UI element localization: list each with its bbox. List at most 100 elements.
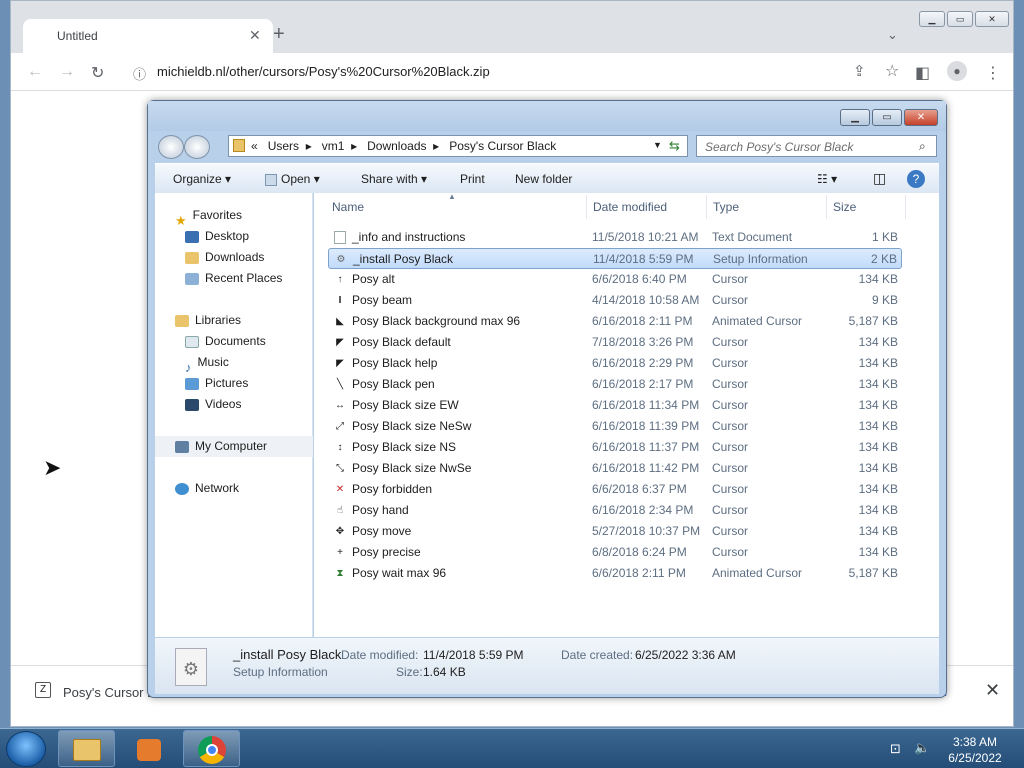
explorer-close-button[interactable]: ✕ [904, 109, 938, 126]
explorer-window: ▁ ▭ ✕ « Users ▸ vm1 ▸ Downloads ▸ Posy's… [147, 100, 947, 698]
share-with-button[interactable]: Share with ▾ [361, 172, 427, 186]
details-date-modified-label: Date modified: [341, 648, 419, 662]
network-tray-icon[interactable]: ⊡ [890, 741, 901, 757]
forward-button[interactable] [184, 135, 210, 159]
cursor-background-icon: ◣ [336, 316, 344, 327]
nav-videos[interactable]: Videos [155, 394, 313, 415]
file-row-selected[interactable]: ⚙ _install Posy Black 11/4/2018 5:59 PM Set… [328, 248, 902, 269]
nav-libraries[interactable]: Libraries [155, 310, 313, 331]
organize-button[interactable]: Organize ▾ [173, 172, 231, 186]
nav-documents[interactable]: Documents [155, 331, 313, 352]
search-input[interactable]: Search Posy's Cursor Black ⌕ [696, 135, 937, 157]
omnibox[interactable]: ⓘ michieldb.nl/other/cursors/Posy's%20Cu… [125, 58, 929, 86]
nav-favorites[interactable]: ★ Favorites [155, 205, 313, 228]
file-row[interactable]: ⧗ Posy wait max 96 6/6/2018 2:11 PM Animate… [328, 563, 902, 584]
new-folder-button[interactable]: New folder [515, 172, 572, 186]
taskbar-media-player-button[interactable] [120, 730, 177, 767]
file-row[interactable]: I Posy beam 4/14/2018 10:58 AM Cursor 9 KB [328, 290, 902, 311]
search-icon[interactable]: ⌕ [919, 139, 926, 154]
browser-toolbar: ← → ↻ ⓘ michieldb.nl/other/cursors/Posy'… [11, 53, 1013, 91]
tray-clock[interactable]: 3:38 AM 6/25/2022 [940, 734, 1010, 766]
forward-icon[interactable]: → [59, 63, 75, 81]
file-row[interactable]: ◣ Posy Black background max 96 6/16/2018 2… [328, 311, 902, 332]
close-window-button[interactable]: ✕ [975, 11, 1009, 27]
address-bar[interactable]: « Users ▸ vm1 ▸ Downloads ▸ Posy's Curso… [228, 135, 688, 157]
view-options-icon[interactable]: ☷ ▾ [817, 172, 837, 186]
column-header-type[interactable]: Type [713, 200, 739, 214]
videos-icon [185, 398, 199, 411]
column-header-size[interactable]: Size [833, 200, 856, 214]
file-row[interactable]: ↑ Posy alt 6/6/2018 6:40 PM Cursor 134 KB [328, 269, 902, 290]
url-text[interactable]: michieldb.nl/other/cursors/Posy's%20Curs… [157, 64, 490, 79]
back-button[interactable] [158, 135, 184, 159]
preview-pane-icon[interactable]: ◫ [873, 170, 886, 187]
file-row[interactable]: _info and instructions 11/5/2018 10:21 AM… [328, 227, 902, 248]
share-icon[interactable]: ⇪ [853, 62, 866, 80]
file-row[interactable]: ╲ Posy Black pen 6/16/2018 2:17 PM Cursor 13… [328, 374, 902, 395]
clock-time: 3:38 AM [952, 735, 998, 749]
file-row[interactable]: ↕ Posy Black size NS 6/16/2018 11:37 PM Cur… [328, 437, 902, 458]
taskbar-chrome-button[interactable] [183, 730, 240, 767]
bookmark-star-icon[interactable]: ☆ [885, 61, 899, 81]
nav-desktop[interactable]: Desktop [155, 226, 313, 247]
taskbar-explorer-button[interactable] [58, 730, 115, 767]
nav-music[interactable]: ♪ Music [155, 352, 313, 375]
file-row[interactable]: + Posy precise 6/8/2018 6:24 PM Cursor 134 K… [328, 542, 902, 563]
start-button[interactable] [6, 731, 46, 767]
download-bar-close-icon[interactable]: ✕ [985, 680, 1000, 701]
file-row[interactable]: ⤡ Posy Black size NwSe 6/16/2018 11:42 PM C… [328, 458, 902, 479]
file-row[interactable]: ◤ Posy Black default 7/18/2018 3:26 PM Curs… [328, 332, 902, 353]
open-icon [265, 173, 277, 186]
column-header-name[interactable]: Name [332, 200, 364, 214]
profile-avatar-icon[interactable]: ● [947, 61, 967, 81]
print-button[interactable]: Print [460, 172, 485, 186]
dropdown-arrow-icon[interactable]: ▼ [653, 140, 662, 150]
explorer-minimize-button[interactable]: ▁ [840, 109, 870, 126]
nav-my-computer[interactable]: My Computer [155, 436, 313, 457]
breadcrumb-item[interactable]: Downloads [367, 139, 426, 153]
nav-network[interactable]: Network [155, 478, 313, 499]
file-row[interactable]: ⤢ Posy Black size NeSw 6/16/2018 11:39 PM C… [328, 416, 902, 437]
nav-recent-places[interactable]: Recent Places [155, 268, 313, 289]
file-row[interactable]: ◤ Posy Black help 6/16/2018 2:29 PM Cursor 1… [328, 353, 902, 374]
menu-kebab-icon[interactable]: ⋮ [985, 63, 1001, 83]
column-header-date[interactable]: Date modified [593, 200, 667, 214]
tab-search-chevron-icon[interactable]: ⌄ [887, 27, 898, 43]
download-item-name[interactable]: Posy's Cursor B [63, 685, 156, 700]
help-icon[interactable]: ? [907, 170, 925, 188]
maximize-button[interactable]: ▭ [947, 11, 973, 27]
breadcrumb-item[interactable]: Users [268, 139, 299, 153]
new-tab-icon[interactable]: + [273, 23, 285, 46]
minimize-button[interactable]: ▁ [919, 11, 945, 27]
folder-icon [233, 139, 245, 152]
info-icon[interactable]: ⓘ [133, 64, 146, 83]
reload-icon[interactable]: ↻ [91, 63, 104, 83]
libraries-icon [175, 314, 189, 327]
cursor-size-nesw-icon: ⤢ [336, 421, 344, 432]
address-row: « Users ▸ vm1 ▸ Downloads ▸ Posy's Curso… [148, 131, 946, 163]
side-panel-icon[interactable]: ◧ [915, 63, 930, 83]
open-button[interactable]: Open ▾ [265, 172, 320, 186]
file-row[interactable]: ☝ Posy hand 6/16/2018 2:34 PM Cursor 134 KB [328, 500, 902, 521]
explorer-maximize-button[interactable]: ▭ [872, 109, 902, 126]
star-icon: ★ [175, 212, 187, 228]
details-date-created-label: Date created: [561, 648, 634, 662]
volume-tray-icon[interactable]: 🔈 [914, 740, 930, 756]
chrome-icon [198, 736, 226, 764]
explorer-caption: ▁ ▭ ✕ [148, 101, 946, 131]
browser-tab[interactable]: Untitled ✕ [23, 19, 273, 53]
breadcrumb-item[interactable]: vm1 [322, 139, 345, 153]
cursor-beam-icon: I [338, 295, 342, 306]
recent-places-icon [185, 272, 199, 285]
network-icon [175, 482, 189, 495]
breadcrumb-item[interactable]: Posy's Cursor Black [449, 139, 556, 153]
file-row[interactable]: ✕ Posy forbidden 6/6/2018 6:37 PM Cursor 134… [328, 479, 902, 500]
cursor-alt-icon: ↑ [337, 274, 343, 285]
back-icon[interactable]: ← [27, 63, 43, 81]
refresh-icon[interactable]: ⇆ [669, 138, 680, 154]
file-row[interactable]: ✥ Posy move 5/27/2018 10:37 PM Cursor 134 KB [328, 521, 902, 542]
nav-pictures[interactable]: Pictures [155, 373, 313, 394]
nav-downloads[interactable]: Downloads [155, 247, 313, 268]
tab-close-icon[interactable]: ✕ [249, 27, 261, 44]
file-row[interactable]: ↔ Posy Black size EW 6/16/2018 11:34 PM Cur… [328, 395, 902, 416]
